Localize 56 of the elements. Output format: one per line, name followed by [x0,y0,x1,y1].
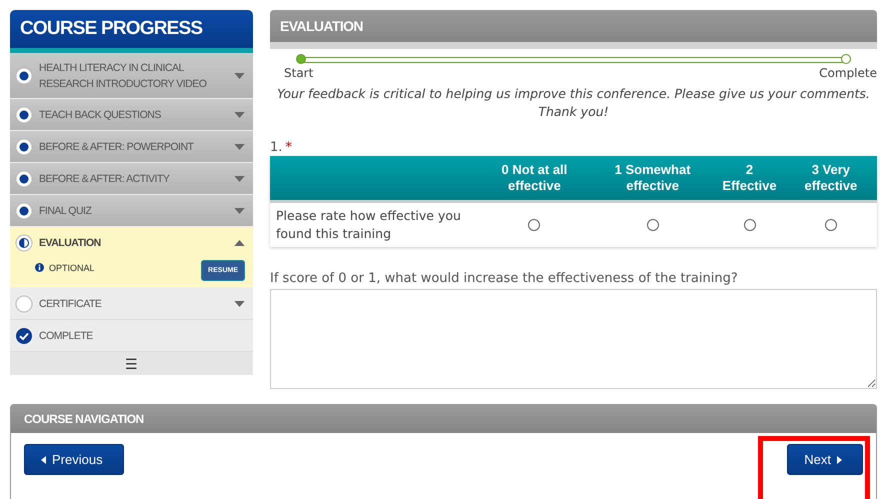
required-mark: * [285,140,292,155]
radio-button[interactable] [646,218,659,230]
column-header: 0 Not at all effective [478,156,591,202]
progress-item[interactable]: BEFORE & AFTER: ACTIVITY [10,163,253,195]
next-button[interactable]: Next [787,444,863,475]
caret-right-icon [837,456,842,464]
column-header: 3 Very effective [784,156,877,202]
info-icon [35,263,44,272]
start-label: Start [284,66,314,80]
radio-button[interactable] [824,218,837,230]
item-label: BEFORE & AFTER: ACTIVITY [39,172,170,187]
item-label: COMPLETE [39,329,94,344]
progress-item[interactable]: FINAL QUIZ [10,195,253,227]
row-label: Please rate how effective you found this training [270,202,478,247]
navigation-title: COURSE NAVIGATION [24,412,144,426]
status-circle-icon [15,67,33,85]
radio-button[interactable] [528,218,540,230]
item-label: TEACH BACK QUESTIONS [39,108,162,123]
caret-icon[interactable] [234,112,245,118]
item-label: CERTIFICATE [39,297,102,312]
status-circle-icon [15,138,33,156]
status-circle-icon [15,170,33,188]
previous-button[interactable]: Previous [24,444,124,475]
status-circle-icon [15,106,33,124]
intro-text: Your feedback is critical to helping us improve this conference. Please give us your comments. Thank you! [276,85,871,121]
menu-button[interactable]: ☰ [10,352,253,375]
item-label: BEFORE & AFTER: POWERPOINT [39,140,195,155]
column-header: 1 Somewhat effective [590,156,714,202]
comment-field[interactable] [270,289,877,389]
caret-icon[interactable] [234,73,245,79]
caret-icon[interactable] [234,208,245,214]
sidebar-title: COURSE PROGRESS [20,18,202,40]
radio-button[interactable] [744,218,756,230]
optional-label: OPTIONAL [49,262,95,272]
complete-label: Complete [819,66,877,80]
progress-item[interactable]: HEALTH LITERACY IN CLINICAL RESEARCH INTRODUCTORY VIDEO [10,53,253,99]
check-circle-icon [15,327,33,345]
item-label: FINAL QUIZ [39,204,93,219]
progress-item[interactable]: BEFORE & AFTER: POWERPOINT [10,131,253,163]
section-title: EVALUATION [280,18,363,34]
progress-item[interactable]: COMPLETE [10,320,253,352]
progress-item[interactable]: CERTIFICATE [10,288,253,320]
item-label: HEALTH LITERACY IN CLINICAL RESEARCH INTRODUCTORY VIDEO [39,61,208,92]
status-circle-icon [15,295,33,313]
caret-icon[interactable] [234,144,245,150]
progress-item[interactable]: TEACH BACK QUESTIONS [10,99,253,131]
caret-icon[interactable] [234,176,245,182]
caret-icon[interactable] [234,240,245,246]
followup-label: If score of 0 or 1, what would increase the effectiveness of the training? [270,271,739,286]
item-label: EVALUATION [39,236,102,251]
caret-left-icon [41,456,46,464]
caret-icon[interactable] [234,301,245,307]
status-circle-icon [15,234,33,252]
column-header: 2 Effective [714,156,785,202]
status-circle-icon [15,202,33,220]
question-number: 1. [270,140,282,155]
